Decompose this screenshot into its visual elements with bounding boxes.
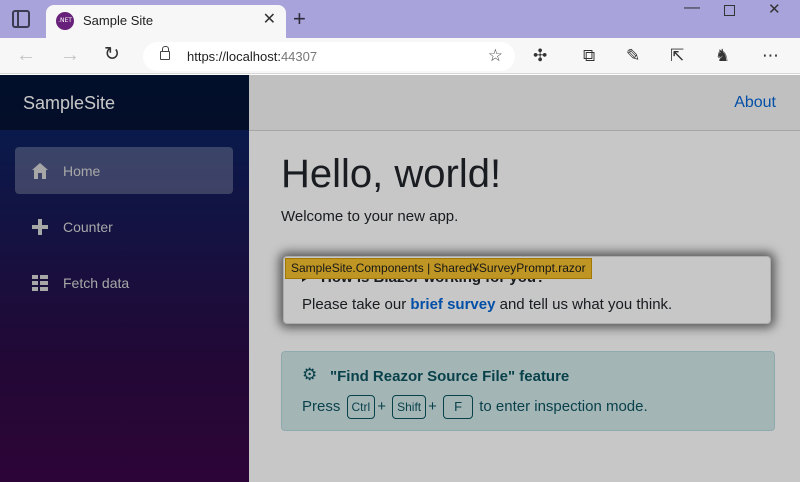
key-f: F (443, 395, 474, 419)
top-row: About (249, 75, 800, 131)
about-link[interactable]: About (734, 94, 776, 112)
lock-icon[interactable] (160, 46, 170, 60)
sidebar-item-label: Home (63, 163, 101, 179)
reload-icon[interactable]: ↻ (104, 44, 120, 66)
key-ctrl: Ctrl (346, 395, 376, 419)
new-tab-icon[interactable]: + (293, 6, 306, 32)
survey-link[interactable]: brief survey (410, 296, 495, 313)
sidebar-item-counter[interactable]: Counter (15, 203, 233, 250)
gear-icon: ⚙ (302, 365, 318, 384)
browser-tab[interactable]: .NET Sample Site ✕ (46, 5, 286, 38)
sidebar-header: SampleSite (0, 75, 249, 130)
extensions-icon[interactable]: ✣ (533, 46, 547, 66)
main-content: About Hello, world! Welcome to your new … (249, 75, 800, 482)
maximize-icon[interactable] (724, 5, 735, 16)
plus-icon (32, 219, 48, 235)
list-icon (32, 275, 48, 291)
key-shift: Shift (392, 395, 427, 419)
sidebar-item-home[interactable]: Home (15, 147, 233, 194)
forward-arrow-icon[interactable]: → (60, 44, 80, 66)
profile-avatar-icon[interactable]: ♞ (715, 46, 730, 66)
tab-title: Sample Site (83, 13, 154, 28)
home-icon (32, 163, 48, 179)
window-close-icon[interactable]: ✕ (768, 2, 781, 18)
feature-title: "Find Reazor Source File" feature (330, 368, 570, 385)
favicon-dotnet-icon: .NET (56, 12, 74, 30)
sidebar: SampleSite Home Counter Fetch data (0, 75, 249, 482)
address-bar: ← → ↻ https://localhost:44307 ☆ ✣ ⧉ ✎ ⇱ … (0, 38, 800, 74)
survey-text: Please take our brief survey and tell us… (302, 296, 673, 313)
browser-titlebar: .NET Sample Site ✕ + — ✕ (0, 0, 800, 38)
minimize-icon[interactable]: — (684, 0, 700, 16)
tab-actions-icon[interactable] (12, 10, 30, 28)
edit-icon[interactable]: ✎ (626, 46, 640, 66)
feature-alert: ⚙ "Find Reazor Source File" feature Pres… (281, 351, 775, 431)
collections-icon[interactable]: ⧉ (583, 46, 595, 66)
url-input[interactable]: https://localhost:44307 ☆ (143, 42, 515, 71)
page-title: Hello, world! (281, 152, 502, 196)
sidebar-item-fetch-data[interactable]: Fetch data (15, 259, 233, 306)
url-text[interactable]: https://localhost:44307 (187, 49, 317, 64)
close-icon[interactable]: ✕ (263, 10, 276, 30)
feature-text: Press Ctrl + Shift + F to enter inspection… (302, 395, 648, 419)
share-icon[interactable]: ⇱ (670, 46, 684, 66)
sidebar-item-label: Fetch data (63, 275, 130, 291)
source-file-tooltip: SampleSite.Components | Shared¥SurveyPro… (285, 258, 592, 279)
add-favorite-icon[interactable]: ☆ (488, 46, 503, 66)
sidebar-item-label: Counter (63, 219, 113, 235)
welcome-text: Welcome to your new app. (281, 208, 459, 225)
back-arrow-icon[interactable]: ← (16, 44, 36, 66)
more-menu-icon[interactable]: ⋯ (762, 46, 779, 66)
brand-link[interactable]: SampleSite (23, 93, 115, 114)
